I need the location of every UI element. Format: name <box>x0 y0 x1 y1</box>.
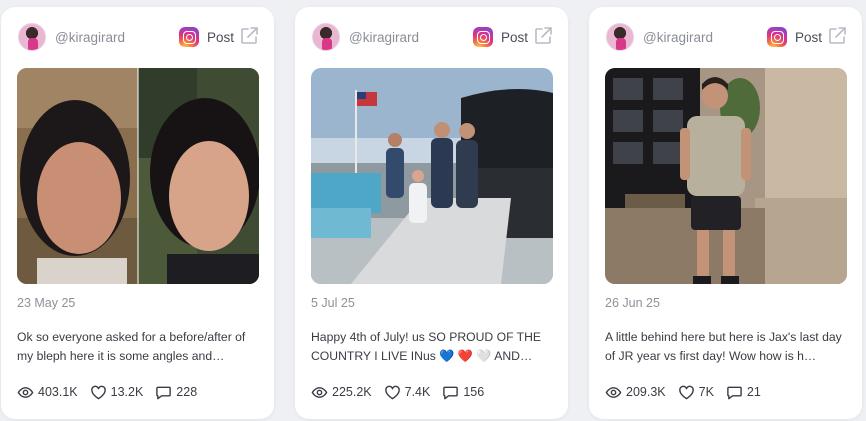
comment-icon <box>156 386 172 399</box>
avatar[interactable] <box>312 23 340 51</box>
external-link-icon[interactable] <box>239 26 259 46</box>
eye-icon <box>311 386 328 398</box>
card-header: @kiragirard Post <box>17 23 258 51</box>
post-type-label: Post <box>501 30 529 45</box>
comments-count: 156 <box>463 385 485 399</box>
card-header: @kiragirard Post <box>311 23 552 51</box>
card-header: @kiragirard Post <box>605 23 846 51</box>
post-date: 5 Jul 25 <box>311 296 355 310</box>
comments-stat: 228 <box>155 384 197 401</box>
likes-stat: 7.4K <box>384 384 431 401</box>
post-image[interactable] <box>311 68 553 284</box>
comments-stat: 156 <box>442 384 484 401</box>
post-caption: Ok so everyone asked for a before/after … <box>17 330 246 363</box>
instagram-icon <box>767 27 787 47</box>
username[interactable]: @kiragirard <box>349 30 419 45</box>
stats-row: 209.3K 7K 21 <box>605 383 773 401</box>
username[interactable]: @kiragirard <box>643 30 713 45</box>
views-stat: 209.3K <box>605 384 666 401</box>
stats-row: 225.2K 7.4K 156 <box>311 383 496 401</box>
post-image[interactable] <box>605 68 847 284</box>
stats-row: 403.1K 13.2K 228 <box>17 383 209 401</box>
eye-icon <box>17 386 34 398</box>
avatar[interactable] <box>18 23 46 51</box>
views-count: 403.1K <box>38 385 78 399</box>
avatar[interactable] <box>606 23 634 51</box>
views-stat: 403.1K <box>17 384 78 401</box>
post-image[interactable] <box>17 68 259 284</box>
likes-count: 13.2K <box>110 385 144 399</box>
post-date: 26 Jun 25 <box>605 296 660 310</box>
comments-count: 228 <box>176 385 198 399</box>
post-card[interactable]: @kiragirard Post <box>589 7 862 419</box>
views-count: 209.3K <box>626 385 666 399</box>
heart-icon <box>384 385 400 399</box>
post-date: 23 May 25 <box>17 296 76 310</box>
likes-count: 7K <box>698 385 714 399</box>
comments-stat: 21 <box>726 384 761 401</box>
instagram-icon <box>473 27 493 47</box>
comments-count: 21 <box>746 385 761 399</box>
post-type-label: Post <box>207 30 235 45</box>
instagram-icon <box>179 27 199 47</box>
username[interactable]: @kiragirard <box>55 30 125 45</box>
post-card[interactable]: @kiragirard Post 23 May 25 Ok so everyon… <box>1 7 274 419</box>
post-caption: Happy 4th of July! us SO PROUD OF THE CO… <box>311 330 542 363</box>
likes-count: 7.4K <box>404 385 431 399</box>
external-link-icon[interactable] <box>827 26 847 46</box>
post-caption: A little behind here but here is Jax's l… <box>605 330 842 363</box>
eye-icon <box>605 386 622 398</box>
likes-stat: 7K <box>678 384 714 401</box>
views-count: 225.2K <box>332 385 372 399</box>
comment-icon <box>727 386 742 399</box>
views-stat: 225.2K <box>311 384 372 401</box>
heart-icon <box>678 385 694 399</box>
likes-stat: 13.2K <box>90 384 144 401</box>
comment-icon <box>443 386 459 399</box>
post-type-label: Post <box>795 30 823 45</box>
external-link-icon[interactable] <box>533 26 553 46</box>
post-card[interactable]: @kiragirard Post <box>295 7 568 419</box>
heart-icon <box>90 385 106 399</box>
